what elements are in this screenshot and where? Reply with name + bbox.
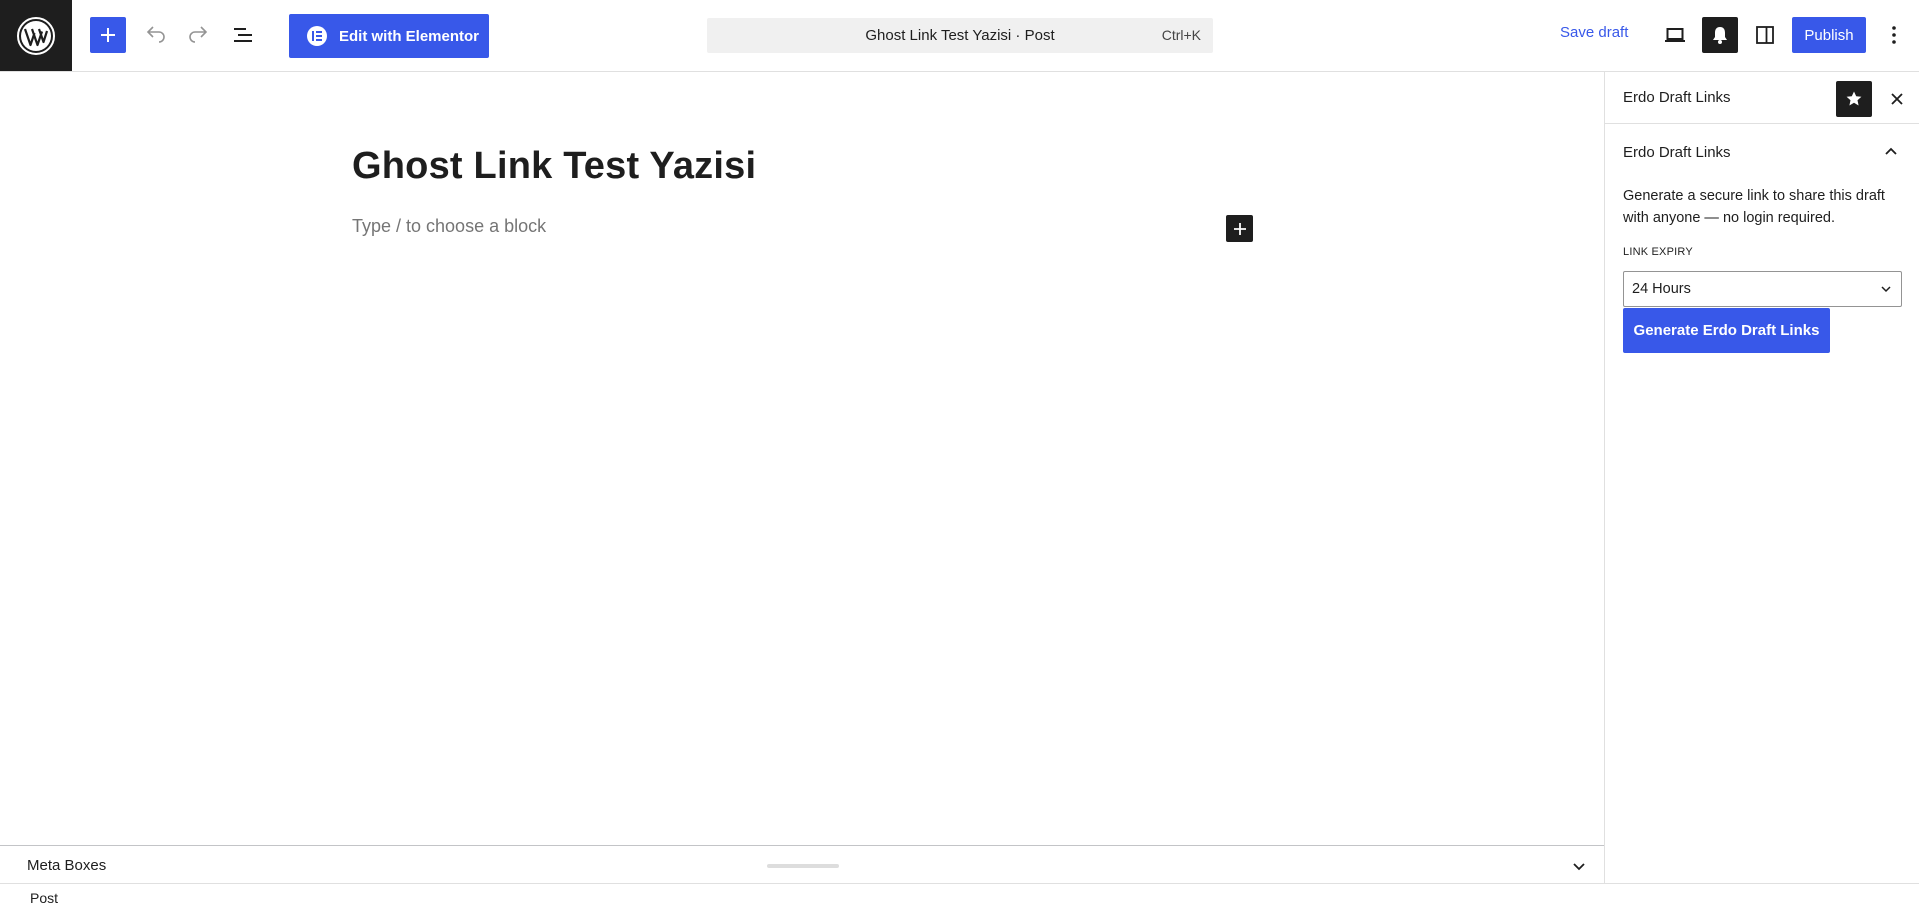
- panel-title: Erdo Draft Links: [1623, 144, 1731, 161]
- post-title[interactable]: Ghost Link Test Yazisi: [352, 145, 756, 188]
- elementor-button-label: Edit with Elementor: [339, 27, 480, 45]
- add-block-button[interactable]: [1226, 215, 1253, 242]
- edit-with-elementor-button[interactable]: Edit with Elementor: [289, 14, 489, 58]
- sidebar-header: Erdo Draft Links: [1605, 72, 1919, 124]
- sidebar-toggle-icon: [1756, 26, 1774, 44]
- laptop-icon: [1665, 28, 1685, 42]
- link-expiry-select[interactable]: 24 Hours: [1623, 271, 1902, 307]
- chevron-up-icon: [1885, 147, 1897, 155]
- list-view-icon: [234, 28, 252, 42]
- options-button[interactable]: [1876, 17, 1912, 53]
- meta-boxes-label: Meta Boxes: [27, 857, 107, 874]
- elementor-icon: [307, 26, 327, 46]
- panel-toggle[interactable]: Erdo Draft Links: [1605, 125, 1919, 179]
- editor-canvas: Ghost Link Test Yazisi Type / to choose …: [0, 72, 1604, 845]
- close-icon: [1891, 93, 1903, 105]
- publish-button[interactable]: Publish: [1792, 17, 1866, 53]
- command-shortcut: Ctrl+K: [1161, 27, 1201, 43]
- list-view-button[interactable]: [225, 17, 261, 53]
- resize-handle[interactable]: [767, 864, 839, 868]
- generate-draft-links-button[interactable]: Generate Erdo Draft Links: [1623, 308, 1830, 353]
- bell-icon: [1713, 27, 1727, 44]
- undo-icon: [146, 26, 165, 43]
- close-sidebar-button[interactable]: [1883, 85, 1911, 113]
- link-expiry-label: LINK EXPIRY: [1623, 246, 1693, 258]
- wordpress-logo-button[interactable]: [0, 0, 72, 71]
- sidebar-title: Erdo Draft Links: [1623, 89, 1731, 106]
- editor-footer: Post: [0, 883, 1919, 911]
- plus-icon: [1233, 222, 1246, 235]
- settings-sidebar-toggle[interactable]: [1747, 17, 1783, 53]
- chevron-down-icon: [1877, 280, 1895, 298]
- plus-icon: [101, 28, 115, 42]
- command-palette-button[interactable]: Ghost Link Test Yazisi · Post Ctrl+K: [707, 18, 1213, 53]
- editor-header: Edit with Elementor Ghost Link Test Yazi…: [0, 0, 1919, 72]
- document-title: Ghost Link Test Yazisi · Post: [865, 27, 1055, 44]
- pin-sidebar-button[interactable]: [1836, 81, 1872, 117]
- redo-icon: [189, 26, 208, 43]
- breadcrumb[interactable]: Post: [30, 890, 58, 906]
- redo-button[interactable]: [180, 17, 216, 53]
- panel-chevron: [1879, 140, 1903, 164]
- panel-description: Generate a secure link to share this dra…: [1623, 188, 1885, 226]
- notifications-button[interactable]: [1702, 17, 1738, 53]
- save-draft-button[interactable]: Save draft: [1560, 24, 1628, 41]
- meta-boxes-toggle[interactable]: [1567, 854, 1591, 878]
- block-placeholder[interactable]: Type / to choose a block: [352, 216, 546, 237]
- undo-button[interactable]: [138, 17, 174, 53]
- chevron-down-icon: [1573, 863, 1585, 871]
- block-inserter-button[interactable]: [90, 17, 126, 53]
- meta-boxes-panel: Meta Boxes: [0, 845, 1604, 883]
- wordpress-logo-icon: [17, 16, 55, 55]
- preview-button[interactable]: [1657, 17, 1693, 53]
- star-icon: [1846, 91, 1862, 106]
- link-expiry-value: 24 Hours: [1632, 281, 1691, 297]
- more-vertical-icon: [1892, 26, 1896, 44]
- plugin-sidebar: Erdo Draft Links Erdo Draft Links Genera…: [1604, 72, 1919, 883]
